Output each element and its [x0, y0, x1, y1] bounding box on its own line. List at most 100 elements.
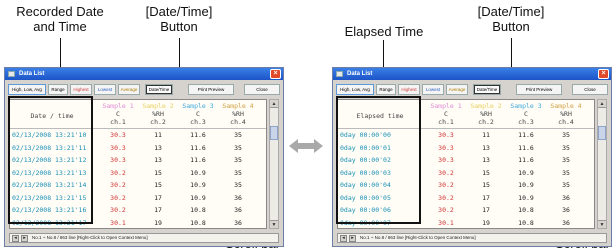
- callout-line: and Time: [33, 19, 87, 34]
- table-cell: 15: [154, 168, 162, 177]
- sample-3-header: Sample 3: [182, 102, 214, 110]
- callout-elapsed-time: Elapsed Time: [344, 24, 424, 39]
- table-cell: 35: [562, 131, 570, 139]
- channel-header: ch.4: [558, 118, 574, 126]
- vertical-scrollbar[interactable]: ▲ ▼: [269, 99, 279, 229]
- table-cell: 19: [482, 218, 490, 227]
- highlight-elapsed-time-column: [336, 96, 421, 224]
- tab-lowest[interactable]: Lowest: [422, 84, 444, 95]
- scroll-thumb[interactable]: [270, 126, 278, 140]
- toolbar: High, Low, Avg Range Highest Lowest Aver…: [336, 84, 608, 96]
- tab-highest[interactable]: Highest: [70, 84, 92, 95]
- callout-line: Button: [492, 19, 530, 34]
- table-cell: 30.2: [438, 168, 454, 177]
- unit-header: C: [444, 110, 448, 118]
- tab-range[interactable]: Range: [48, 84, 68, 95]
- title-bar: Data List ×: [333, 68, 611, 80]
- table-cell: 35: [562, 168, 570, 177]
- table-cell: 13: [154, 143, 162, 152]
- table-cell: 13: [482, 156, 490, 164]
- table-cell: 30.3: [438, 131, 454, 139]
- table-cell: 35: [562, 143, 570, 152]
- table-cell: 11.6: [518, 131, 534, 139]
- table-cell: 10.9: [518, 168, 534, 177]
- table-cell: 17: [154, 193, 162, 202]
- window-icon: [8, 71, 15, 77]
- tab-high-low-avg[interactable]: High, Low, Avg: [336, 84, 374, 95]
- unit-header: %RH: [232, 110, 244, 118]
- tab-range[interactable]: Range: [376, 84, 396, 95]
- scroll-thumb[interactable]: [598, 126, 606, 140]
- prev-arrow-icon[interactable]: ◂: [340, 235, 347, 242]
- window-icon: [336, 71, 343, 77]
- table-cell: 11.6: [190, 156, 206, 164]
- table-cell: 17: [482, 206, 490, 214]
- table-cell: 30.2: [110, 206, 126, 214]
- unit-header: %RH: [480, 110, 492, 118]
- table-cell: 36: [562, 206, 570, 214]
- table-cell: 36: [562, 218, 570, 227]
- vertical-scrollbar[interactable]: ▲ ▼: [597, 99, 607, 229]
- channel-header: ch.3: [518, 118, 534, 126]
- tab-high-low-avg[interactable]: High, Low, Avg: [8, 84, 46, 95]
- unit-header: C: [196, 110, 200, 118]
- tab-average[interactable]: Average: [446, 84, 468, 95]
- table-cell: 35: [234, 131, 242, 139]
- callout-line: [Date/Time]: [145, 4, 213, 19]
- table-cell: 30.1: [438, 218, 454, 227]
- channel-header: ch.1: [438, 118, 454, 126]
- next-arrow-icon[interactable]: ▸: [21, 235, 28, 242]
- date-time-button[interactable]: Date/Time: [473, 84, 501, 95]
- close-icon[interactable]: ×: [598, 69, 609, 79]
- callout-date-time-button-right: [Date/Time] Button: [470, 4, 552, 34]
- scroll-up-icon[interactable]: ▲: [598, 100, 606, 108]
- callout-line: Recorded Date: [16, 4, 104, 19]
- table-cell: 10.9: [518, 181, 534, 189]
- table-cell: 35: [562, 181, 570, 189]
- table-cell: 10.9: [190, 168, 206, 177]
- scroll-down-icon[interactable]: ▼: [270, 220, 278, 228]
- status-text: No.1 ~ No.8 / 863 line [Right-Click to O…: [360, 235, 476, 240]
- highlight-date-time-column: [8, 96, 93, 224]
- table-cell: 11: [482, 131, 490, 139]
- table-cell: 13: [154, 156, 162, 164]
- table-cell: 30.3: [438, 143, 454, 152]
- toolbar: High, Low, Avg Range Highest Lowest Aver…: [8, 84, 280, 96]
- next-arrow-icon[interactable]: ▸: [349, 235, 356, 242]
- callout-date-time-button-left: [Date/Time] Button: [138, 4, 220, 34]
- table-cell: 11.6: [518, 143, 534, 152]
- tab-lowest[interactable]: Lowest: [94, 84, 116, 95]
- status-bar: ◂ ▸ No.1 ~ No.8 / 863 line [Right-Click …: [337, 233, 607, 243]
- scroll-down-icon[interactable]: ▼: [598, 220, 606, 228]
- print-preview-button[interactable]: Print Preview: [188, 84, 234, 95]
- prev-arrow-icon[interactable]: ◂: [12, 235, 19, 242]
- table-cell: 13: [482, 143, 490, 152]
- table-cell: 11.6: [190, 143, 206, 152]
- table-cell: 30.2: [110, 181, 126, 189]
- scroll-up-icon[interactable]: ▲: [270, 100, 278, 108]
- callout-line: Button: [160, 19, 198, 34]
- table-cell: 19: [154, 218, 162, 227]
- status-text: No.1 ~ No.8 / 863 line [Right-Click to O…: [32, 235, 148, 240]
- table-cell: 17: [482, 193, 490, 202]
- channel-header: ch.1: [110, 118, 126, 126]
- tab-highest[interactable]: Highest: [398, 84, 420, 95]
- table-cell: 15: [154, 181, 162, 189]
- table-cell: 35: [234, 168, 242, 177]
- table-cell: 36: [234, 193, 242, 202]
- close-icon[interactable]: ×: [270, 69, 281, 79]
- tab-average[interactable]: Average: [118, 84, 140, 95]
- print-preview-button[interactable]: Print Preview: [516, 84, 562, 95]
- close-button[interactable]: Close: [244, 84, 280, 95]
- table-cell: 11.6: [190, 131, 206, 139]
- table-cell: 30.1: [110, 218, 126, 227]
- table-cell: 11: [154, 131, 162, 139]
- date-time-button[interactable]: Date/Time: [145, 84, 173, 95]
- table-cell: 30.2: [438, 206, 454, 214]
- table-cell: 30.2: [110, 193, 126, 202]
- close-button[interactable]: Close: [572, 84, 608, 95]
- sample-1-header: Sample 1: [102, 102, 134, 110]
- status-bar: ◂ ▸ No.1 ~ No.8 / 863 line [Right-Click …: [9, 233, 279, 243]
- sample-4-header: Sample 4: [222, 102, 254, 110]
- table-cell: 36: [562, 193, 570, 202]
